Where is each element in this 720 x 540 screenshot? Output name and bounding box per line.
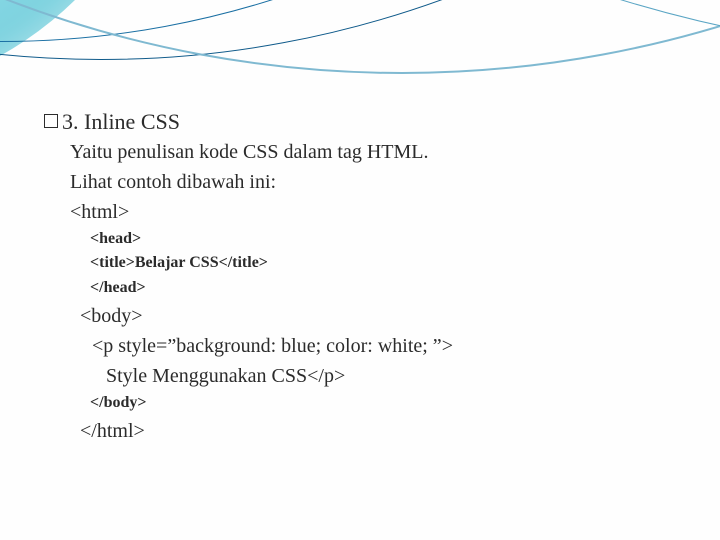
code-line: </html> bbox=[80, 416, 684, 446]
decor-arc bbox=[0, 0, 720, 60]
decor-arc bbox=[0, 0, 720, 42]
decor-arc bbox=[0, 0, 720, 74]
code-line: <html> bbox=[70, 197, 684, 227]
desc-line: Yaitu penulisan kode CSS dalam tag HTML. bbox=[70, 137, 684, 167]
code-line: <body> bbox=[80, 301, 684, 331]
heading-row: 3. Inline CSS bbox=[44, 108, 684, 137]
checkbox-icon bbox=[44, 114, 58, 128]
heading-text: 3. Inline CSS bbox=[62, 108, 180, 137]
code-line: <p style=”background: blue; color: white… bbox=[92, 331, 684, 361]
slide: { "heading": "3. Inline CSS", "lines": {… bbox=[0, 0, 720, 540]
code-line: <title>Belajar CSS</title> bbox=[90, 251, 684, 276]
desc-line: Lihat contoh dibawah ini: bbox=[70, 167, 684, 197]
content-area: 3. Inline CSS Yaitu penulisan kode CSS d… bbox=[44, 108, 684, 446]
code-line: </head> bbox=[90, 276, 684, 301]
code-line: </body> bbox=[90, 391, 684, 416]
decor-arc bbox=[0, 0, 720, 57]
decor-curve-fill bbox=[0, 0, 180, 100]
code-line: Style Menggunakan CSS</p> bbox=[106, 361, 684, 391]
code-line: <head> bbox=[90, 227, 684, 252]
